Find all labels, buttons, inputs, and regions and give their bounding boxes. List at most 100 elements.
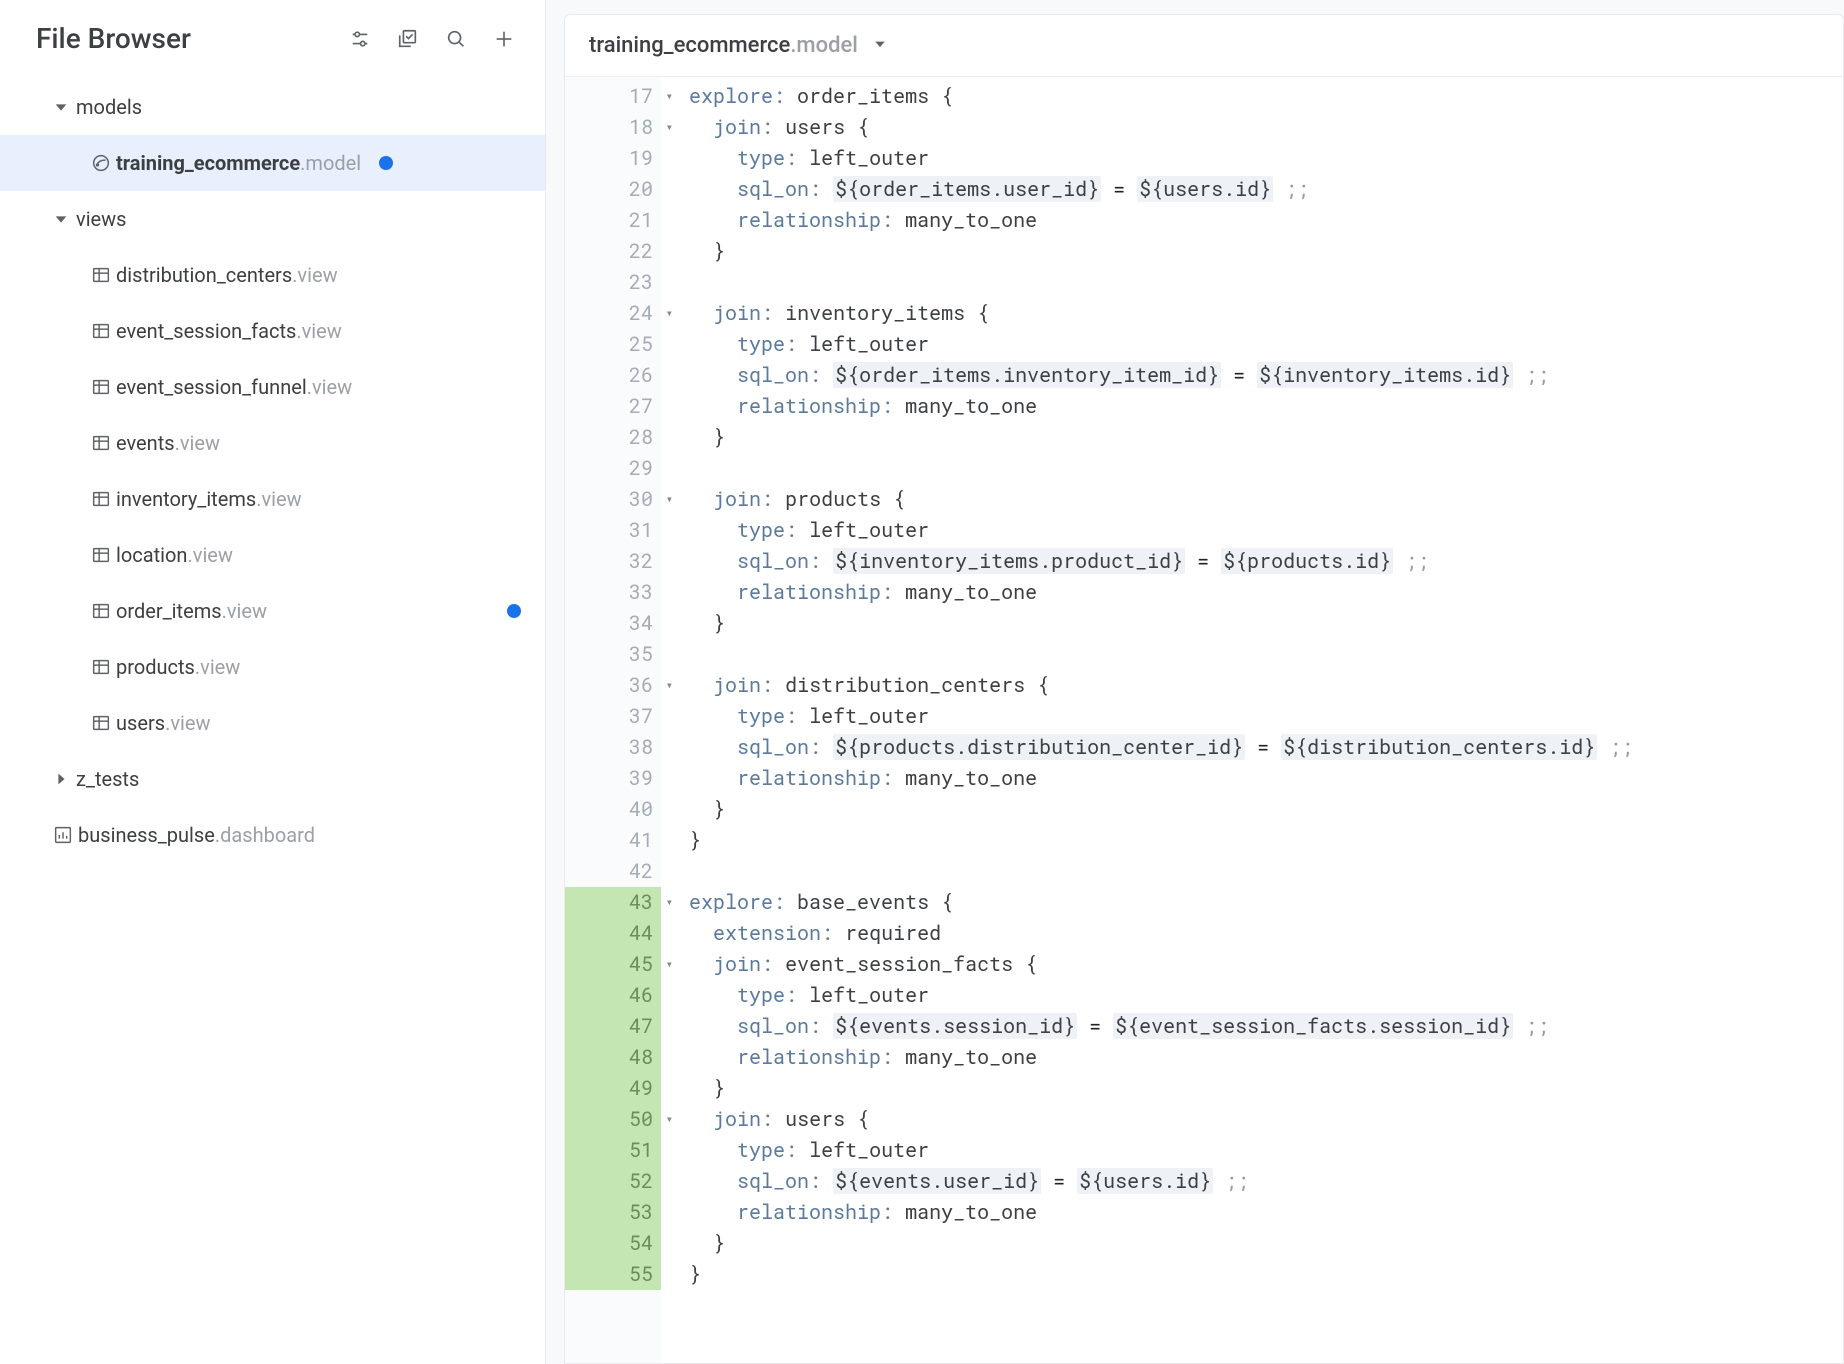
folder-models[interactable]: models bbox=[0, 79, 545, 135]
gutter-line: 23 bbox=[565, 267, 661, 298]
chevron-down-icon bbox=[46, 98, 76, 116]
view-icon bbox=[86, 544, 116, 566]
gutter-line: 22 bbox=[565, 236, 661, 267]
code-line[interactable]: relationship: many_to_one bbox=[689, 763, 1633, 794]
code-line[interactable]: relationship: many_to_one bbox=[689, 1197, 1633, 1228]
gutter-line: 47 bbox=[565, 1011, 661, 1042]
code-line[interactable]: join: users { bbox=[689, 1104, 1633, 1135]
code-line[interactable]: relationship: many_to_one bbox=[689, 205, 1633, 236]
fold-toggle-icon[interactable]: ▾ bbox=[666, 1104, 673, 1135]
file-event-session-facts[interactable]: event_session_facts.view bbox=[0, 303, 545, 359]
file-event-session-funnel[interactable]: event_session_funnel.view bbox=[0, 359, 545, 415]
fold-toggle-icon[interactable]: ▾ bbox=[666, 887, 673, 918]
code-body[interactable]: explore: order_items { join: users { typ… bbox=[661, 77, 1633, 1363]
code-line[interactable]: sql_on: ${inventory_items.product_id} = … bbox=[689, 546, 1633, 577]
code-line[interactable]: join: products { bbox=[689, 484, 1633, 515]
gutter-line: 43▾ bbox=[565, 887, 661, 918]
file-events[interactable]: events.view bbox=[0, 415, 545, 471]
code-line[interactable] bbox=[689, 856, 1633, 887]
fold-toggle-icon[interactable]: ▾ bbox=[666, 81, 673, 112]
fold-toggle-icon[interactable]: ▾ bbox=[666, 949, 673, 980]
code-line[interactable] bbox=[689, 267, 1633, 298]
active-tab[interactable]: training_ecommerce.model bbox=[589, 33, 858, 58]
gutter-line: 24▾ bbox=[565, 298, 661, 329]
chevron-down-icon[interactable] bbox=[872, 36, 888, 56]
chevron-down-icon bbox=[46, 210, 76, 228]
code-line[interactable]: type: left_outer bbox=[689, 329, 1633, 360]
code-line[interactable]: type: left_outer bbox=[689, 701, 1633, 732]
code-line[interactable]: sql_on: ${events.session_id} = ${event_s… bbox=[689, 1011, 1633, 1042]
code-line[interactable]: } bbox=[689, 1259, 1633, 1290]
view-icon bbox=[86, 600, 116, 622]
unsaved-dot bbox=[379, 156, 393, 170]
code-line[interactable]: extension: required bbox=[689, 918, 1633, 949]
file-browser-sidebar: File Browser models bbox=[0, 0, 546, 1364]
file-order-items[interactable]: order_items.view bbox=[0, 583, 545, 639]
code-line[interactable]: join: event_session_facts { bbox=[689, 949, 1633, 980]
code-line[interactable]: } bbox=[689, 422, 1633, 453]
code-line[interactable]: } bbox=[689, 608, 1633, 639]
code-line[interactable] bbox=[689, 639, 1633, 670]
file-tree: models training_ecommerce.model views di… bbox=[0, 79, 545, 863]
gutter-line: 45▾ bbox=[565, 949, 661, 980]
gutter-line: 37 bbox=[565, 701, 661, 732]
code-line[interactable]: type: left_outer bbox=[689, 1135, 1633, 1166]
fold-toggle-icon[interactable]: ▾ bbox=[666, 670, 673, 701]
code-line[interactable]: join: inventory_items { bbox=[689, 298, 1633, 329]
gutter-line: 39 bbox=[565, 763, 661, 794]
code-line[interactable]: join: distribution_centers { bbox=[689, 670, 1633, 701]
code-line[interactable]: type: left_outer bbox=[689, 980, 1633, 1011]
search-icon[interactable] bbox=[443, 26, 469, 52]
file-training-ecommerce[interactable]: training_ecommerce.model bbox=[0, 135, 545, 191]
folder-views[interactable]: views bbox=[0, 191, 545, 247]
gutter-line: 41 bbox=[565, 825, 661, 856]
bulk-select-icon[interactable] bbox=[395, 26, 421, 52]
code-line[interactable]: } bbox=[689, 1228, 1633, 1259]
gutter-line: 25 bbox=[565, 329, 661, 360]
code-line[interactable]: type: left_outer bbox=[689, 143, 1633, 174]
fold-toggle-icon[interactable]: ▾ bbox=[666, 298, 673, 329]
chevron-right-icon bbox=[46, 770, 76, 788]
gutter-line: 42 bbox=[565, 856, 661, 887]
file-distribution-centers[interactable]: distribution_centers.view bbox=[0, 247, 545, 303]
sidebar-title: File Browser bbox=[36, 22, 347, 55]
file-products[interactable]: products.view bbox=[0, 639, 545, 695]
fold-toggle-icon[interactable]: ▾ bbox=[666, 484, 673, 515]
code-line[interactable] bbox=[689, 453, 1633, 484]
file-location[interactable]: location.view bbox=[0, 527, 545, 583]
code-line[interactable]: type: left_outer bbox=[689, 515, 1633, 546]
file-business-pulse[interactable]: business_pulse.dashboard bbox=[0, 807, 545, 863]
code-line[interactable]: relationship: many_to_one bbox=[689, 391, 1633, 422]
code-line[interactable]: explore: order_items { bbox=[689, 81, 1633, 112]
code-line[interactable]: join: users { bbox=[689, 112, 1633, 143]
code-line[interactable]: } bbox=[689, 825, 1633, 856]
code-line[interactable]: sql_on: ${products.distribution_center_i… bbox=[689, 732, 1633, 763]
file-inventory-items[interactable]: inventory_items.view bbox=[0, 471, 545, 527]
file-users[interactable]: users.view bbox=[0, 695, 545, 751]
code-line[interactable]: sql_on: ${order_items.inventory_item_id}… bbox=[689, 360, 1633, 391]
code-line[interactable]: } bbox=[689, 1073, 1633, 1104]
add-icon[interactable] bbox=[491, 26, 517, 52]
gutter-line: 50▾ bbox=[565, 1104, 661, 1135]
code-line[interactable]: explore: base_events { bbox=[689, 887, 1633, 918]
gutter-line: 27 bbox=[565, 391, 661, 422]
gutter-line: 20 bbox=[565, 174, 661, 205]
code-line[interactable]: sql_on: ${events.user_id} = ${users.id} … bbox=[689, 1166, 1633, 1197]
dashboard-icon bbox=[48, 824, 78, 846]
gutter-line: 21 bbox=[565, 205, 661, 236]
code-line[interactable]: sql_on: ${order_items.user_id} = ${users… bbox=[689, 174, 1633, 205]
code-line[interactable]: relationship: many_to_one bbox=[689, 1042, 1633, 1073]
folder-z-tests[interactable]: z_tests bbox=[0, 751, 545, 807]
gutter-line: 51 bbox=[565, 1135, 661, 1166]
code-line[interactable]: relationship: many_to_one bbox=[689, 577, 1633, 608]
code-line[interactable]: } bbox=[689, 236, 1633, 267]
gutter-line: 55 bbox=[565, 1259, 661, 1290]
view-icon bbox=[86, 656, 116, 678]
fold-toggle-icon[interactable]: ▾ bbox=[666, 112, 673, 143]
code-editor[interactable]: 17▾18▾192021222324▾252627282930▾31323334… bbox=[565, 77, 1843, 1363]
model-icon bbox=[86, 152, 116, 174]
git-actions-icon[interactable] bbox=[347, 26, 373, 52]
code-line[interactable]: } bbox=[689, 794, 1633, 825]
gutter-line: 28 bbox=[565, 422, 661, 453]
gutter-line: 52 bbox=[565, 1166, 661, 1197]
